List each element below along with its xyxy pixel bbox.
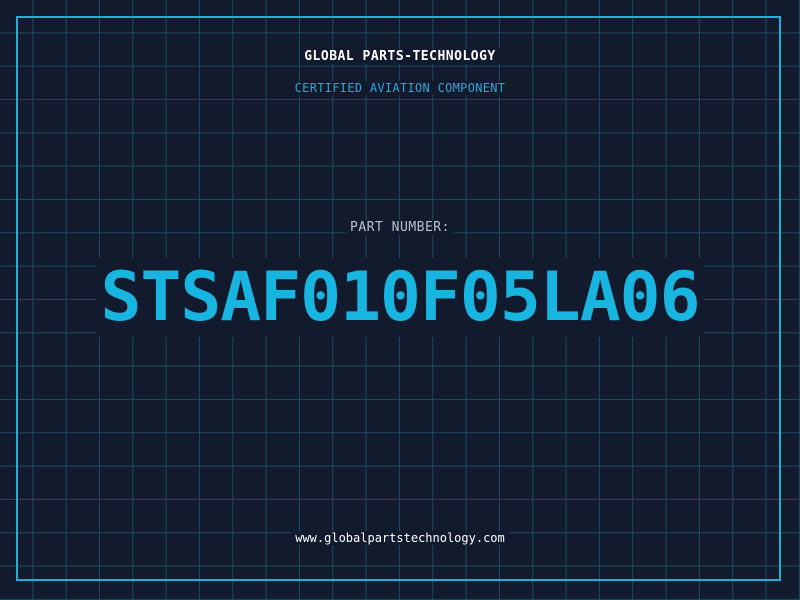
part-number-label-text: PART NUMBER: — [346, 220, 454, 235]
company-name: GLOBAL PARTS-TECHNOLOGY — [0, 49, 800, 64]
website-url-text: www.globalpartstechnology.com — [291, 531, 509, 545]
certificate-card: GLOBAL PARTS-TECHNOLOGY CERTIFIED AVIATI… — [0, 0, 800, 600]
part-number-label: PART NUMBER: — [0, 220, 800, 235]
part-number: STSAF010F05LA06 — [0, 258, 800, 337]
certification-subtitle-text: CERTIFIED AVIATION COMPONENT — [290, 81, 510, 95]
part-number-text: STSAF010F05LA06 — [96, 258, 704, 337]
company-name-text: GLOBAL PARTS-TECHNOLOGY — [300, 49, 500, 64]
website-url: www.globalpartstechnology.com — [0, 531, 800, 545]
certification-subtitle: CERTIFIED AVIATION COMPONENT — [0, 81, 800, 95]
